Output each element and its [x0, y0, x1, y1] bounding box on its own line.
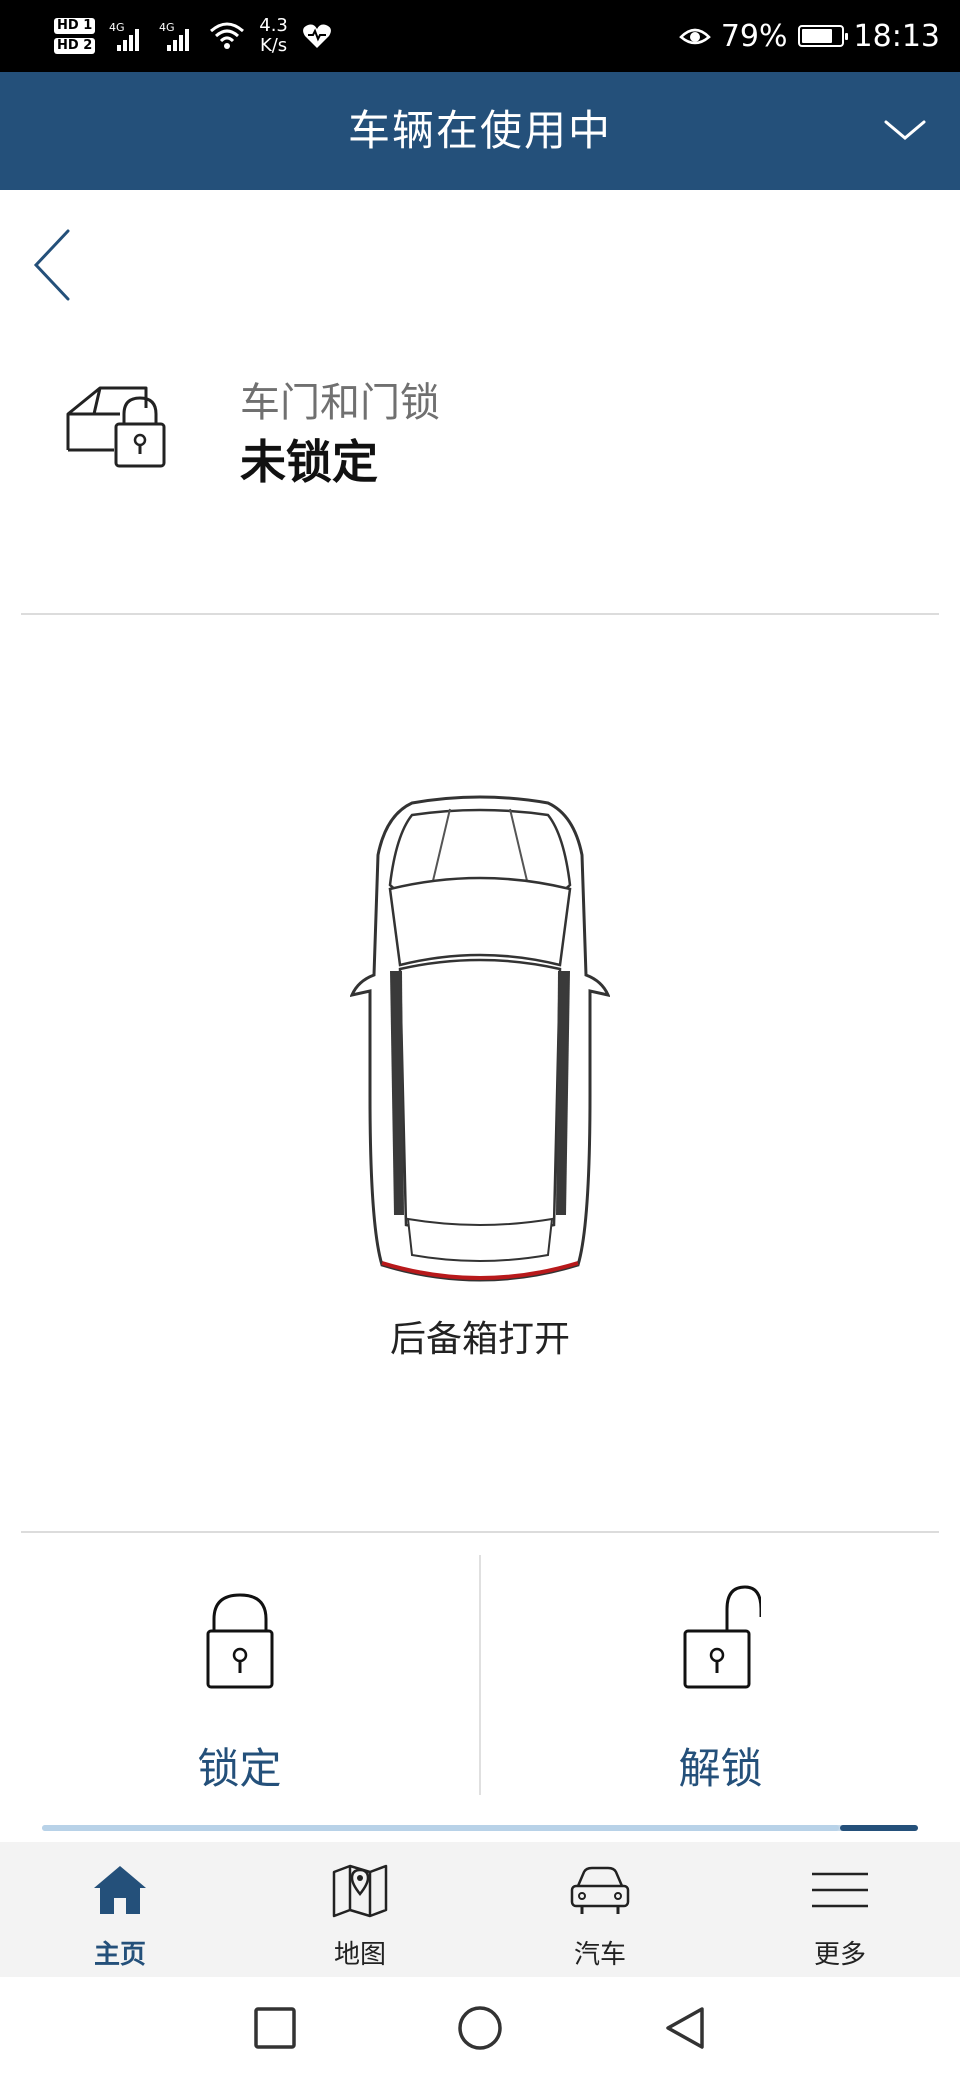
signal-icon: 4G [159, 21, 190, 51]
back-triangle-icon[interactable] [660, 2003, 710, 2053]
unlock-label: 解锁 [678, 1744, 763, 1793]
status-right: 79% 18:13 [679, 10, 940, 62]
recent-apps-icon[interactable] [250, 2003, 300, 2053]
lock-label: 锁定 [197, 1744, 282, 1793]
home-icon [94, 1866, 146, 1914]
eye-comfort-icon [679, 28, 711, 45]
page-title: 车辆在使用中 [347, 106, 612, 155]
battery-fill [801, 29, 832, 43]
car-top-view [350, 795, 610, 1282]
net-speed-value: 4.3 [259, 15, 288, 36]
nav-item-more[interactable]: 更多 [720, 1842, 960, 1977]
app-header: 车辆在使用中 [0, 72, 960, 190]
lock-actions: 锁定 解锁 [0, 1535, 960, 1795]
sim2-badge: HD 2 [54, 38, 96, 54]
car-door-lock-icon [66, 386, 166, 468]
home-circle-icon[interactable] [455, 2003, 505, 2053]
trunk-status: 后备箱打开 [389, 1319, 570, 1360]
scroll-indicator [42, 1825, 918, 1831]
battery-percent: 79% [720, 18, 788, 54]
sim-indicators: HD 1 HD 2 [54, 18, 96, 54]
unlock-button[interactable]: 解锁 [481, 1535, 960, 1795]
nav-label-map: 地图 [333, 1940, 386, 1970]
lock-button[interactable]: 锁定 [0, 1535, 479, 1795]
net-speed-unit: K/s [259, 35, 288, 56]
car-icon [570, 1866, 630, 1914]
status-bar: HD 1 HD 2 4G 4G 4.3 K/s 79% 18:13 [0, 0, 960, 72]
door-lock-label: 车门和门锁 [240, 380, 440, 426]
signal-label-1: 4G [109, 21, 125, 34]
nav-item-car[interactable]: 汽车 [480, 1842, 720, 1977]
system-nav-bar [0, 1977, 960, 2080]
nav-label-car: 汽车 [573, 1940, 626, 1970]
door-lock-status: 车门和门锁 未锁定 [64, 370, 884, 490]
clock: 18:13 [853, 18, 940, 54]
net-speed: 4.3 K/s [259, 16, 288, 56]
nav-label-home: 主页 [93, 1940, 146, 1970]
nav-label-more: 更多 [813, 1940, 866, 1970]
signal-icon: 4G [109, 21, 140, 51]
nav-item-map[interactable]: 地图 [240, 1842, 480, 1977]
divider [21, 1531, 939, 1533]
bottom-nav: 主页 地图 汽车 更多 [0, 1842, 960, 1977]
nav-item-home[interactable]: 主页 [0, 1842, 240, 1977]
scroll-indicator-thumb [840, 1825, 918, 1831]
lock-closed-icon [206, 1593, 273, 1689]
sim1-badge: HD 1 [54, 18, 96, 34]
door-lock-value: 未锁定 [240, 435, 378, 489]
chevron-left-icon[interactable] [28, 225, 78, 305]
status-left: HD 1 HD 2 4G 4G 4.3 K/s [54, 10, 332, 62]
heart-rate-icon [302, 24, 331, 48]
map-icon [332, 1864, 388, 1918]
signal-label-2: 4G [159, 21, 175, 34]
battery-icon [797, 25, 848, 47]
wifi-icon [210, 22, 245, 49]
menu-icon [812, 1872, 868, 1908]
chevron-down-icon[interactable] [880, 110, 930, 150]
divider [21, 613, 939, 615]
lock-open-icon [683, 1585, 761, 1689]
scroll-indicator-track [42, 1825, 840, 1831]
